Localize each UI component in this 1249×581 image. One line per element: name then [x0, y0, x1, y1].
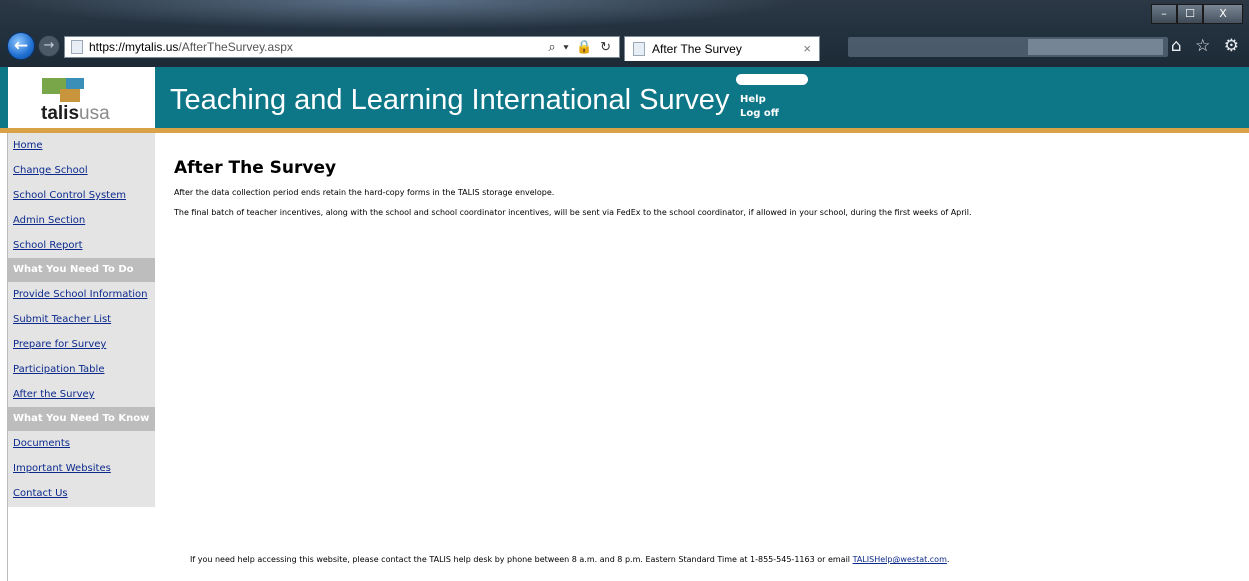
sidebar-item-school-report[interactable]: School Report: [8, 233, 155, 258]
sidebar: Home Change School School Control System…: [8, 133, 155, 507]
header-accent-bar: [0, 128, 1249, 133]
sidebar-item-change-school[interactable]: Change School: [8, 158, 155, 183]
forward-button[interactable]: →: [38, 35, 60, 57]
tab-title: After The Survey: [652, 42, 742, 56]
logo-text: talisusa: [41, 103, 110, 124]
url-path: /AfterTheSurvey.aspx: [178, 40, 293, 54]
maximize-button[interactable]: ☐: [1177, 4, 1203, 24]
logo-square-gold: [60, 89, 80, 102]
sidebar-item-documents[interactable]: Documents: [8, 431, 155, 456]
sidebar-item-school-control-system[interactable]: School Control System: [8, 183, 155, 208]
browser-chrome: – ☐ X ← → https://mytalis.us/AfterTheSur…: [0, 0, 1249, 67]
sidebar-item-contact-us[interactable]: Contact Us: [8, 481, 155, 506]
sidebar-item-submit-teacher-list[interactable]: Submit Teacher List: [8, 307, 155, 332]
url-host: https://mytalis.us: [89, 40, 179, 54]
site-title: Teaching and Learning International Surv…: [170, 84, 730, 116]
page-title: After The Survey: [174, 158, 337, 178]
help-link[interactable]: Help: [740, 93, 779, 107]
sidebar-item-admin-section[interactable]: Admin Section: [8, 208, 155, 233]
window-controls: – ☐ X: [1151, 4, 1243, 24]
footer-help-text: If you need help accessing this website,…: [190, 555, 949, 564]
address-tools-icons[interactable]: ⌕ ▾ 🔒 ↻: [548, 39, 613, 55]
sidebar-item-after-the-survey[interactable]: After the Survey: [8, 382, 155, 407]
left-border: [0, 133, 8, 581]
sidebar-heading-what-you-need-to-know: What You Need To Know: [8, 407, 155, 431]
main-content: After The Survey After the data collecti…: [174, 158, 1234, 228]
sidebar-item-home[interactable]: Home: [8, 133, 155, 158]
page-icon: [71, 40, 83, 54]
paragraph-incentives: The final batch of teacher incentives, a…: [174, 208, 972, 217]
chrome-highlight: [0, 0, 800, 30]
minimize-button[interactable]: –: [1151, 4, 1177, 24]
redacted-username: [736, 74, 808, 85]
tab-close-icon[interactable]: ×: [803, 41, 811, 56]
logoff-link[interactable]: Log off: [740, 107, 779, 121]
sidebar-item-prepare-for-survey[interactable]: Prepare for Survey: [8, 332, 155, 357]
sidebar-item-important-websites[interactable]: Important Websites: [8, 456, 155, 481]
talis-logo[interactable]: talisusa: [8, 67, 155, 129]
close-window-button[interactable]: X: [1203, 4, 1243, 24]
sidebar-item-provide-school-information[interactable]: Provide School Information: [8, 282, 155, 307]
tab-page-icon: [633, 42, 645, 56]
paragraph-retain-forms: After the data collection period ends re…: [174, 188, 555, 197]
sidebar-item-participation-table[interactable]: Participation Table: [8, 357, 155, 382]
back-button[interactable]: ←: [7, 32, 35, 60]
footer-period: .: [946, 555, 950, 564]
toolbar-icons[interactable]: ⌂ ☆ ⚙: [1171, 36, 1243, 56]
address-bar[interactable]: https://mytalis.us/AfterTheSurvey.aspx ⌕…: [64, 36, 620, 58]
logo-square-blue: [66, 78, 84, 89]
tab-after-the-survey[interactable]: After The Survey ×: [624, 36, 820, 61]
footer-text: If you need help accessing this website,…: [190, 555, 853, 564]
header-links: Help Log off: [740, 93, 779, 121]
sidebar-heading-what-you-need-to-do: What You Need To Do: [8, 258, 155, 282]
help-email-link[interactable]: TALISHelp@westat.com: [853, 555, 947, 564]
blurred-search-area: [1028, 39, 1163, 55]
